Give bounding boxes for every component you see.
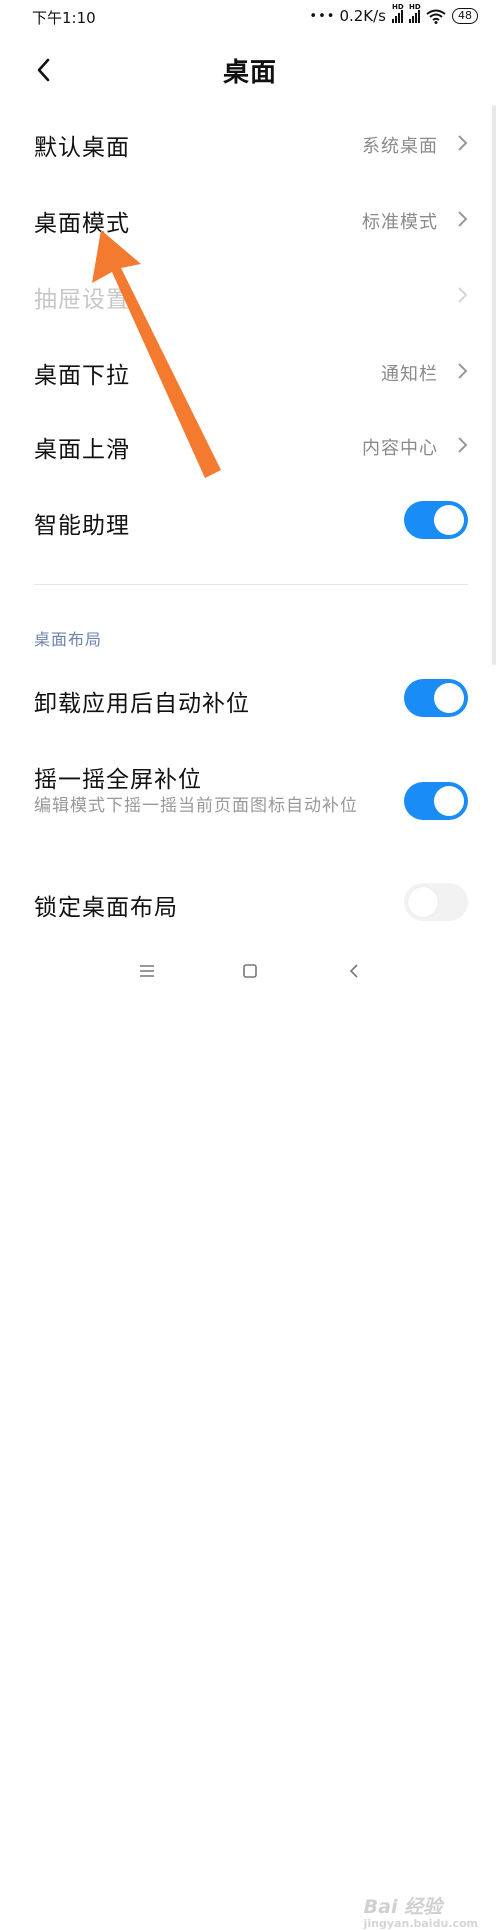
setting-auto-fill: 卸载应用后自动补位: [0, 666, 500, 732]
toggle-knob: [434, 683, 464, 713]
toggle-knob: [434, 505, 464, 535]
setting-value: 内容中心: [362, 438, 438, 459]
more-dots-icon: •••: [309, 8, 336, 24]
chevron-right-icon: [458, 211, 468, 227]
status-bar: 下午1:10 ••• 0.2K/s HD HD 48: [0, 0, 500, 32]
setting-swipe-up[interactable]: 桌面上滑 内容中心: [0, 412, 500, 478]
setting-title: 锁定桌面布局: [34, 895, 178, 921]
network-speed: 0.2K/s: [339, 7, 386, 25]
chevron-right-icon: [458, 363, 468, 379]
signal-icon: HD: [392, 3, 404, 23]
setting-title: 智能助理: [34, 513, 130, 539]
setting-title: 桌面上滑: [34, 437, 130, 463]
chevron-right-icon: [458, 135, 468, 151]
page-header: 桌面: [0, 40, 500, 100]
setting-pull-down[interactable]: 桌面下拉 通知栏: [0, 338, 500, 404]
setting-desktop-mode[interactable]: 桌面模式 标准模式: [0, 186, 500, 252]
setting-title: 卸载应用后自动补位: [34, 691, 250, 717]
back-nav-icon[interactable]: [340, 956, 370, 986]
divider: [34, 584, 468, 585]
section-label-layout: 桌面布局: [34, 630, 103, 649]
toggle-knob: [408, 887, 438, 917]
shake-fill-toggle[interactable]: [404, 782, 468, 820]
lock-layout-toggle[interactable]: [404, 883, 468, 921]
home-icon[interactable]: [235, 956, 265, 986]
setting-title: 抽屉设置: [34, 287, 130, 313]
status-icons: ••• 0.2K/s HD HD 48: [309, 3, 478, 25]
navigation-bar: Bai 经验 jingyan.baidu.com: [0, 940, 500, 1930]
chevron-right-icon: [458, 287, 468, 303]
setting-subtitle: 编辑模式下摇一摇当前页面图标自动补位: [34, 796, 358, 816]
setting-title: 摇一摇全屏补位: [34, 767, 202, 793]
setting-drawer: 抽屉设置: [0, 262, 500, 328]
setting-title: 桌面模式: [34, 211, 130, 237]
signal-icon-2: HD: [409, 3, 421, 23]
setting-title: 桌面下拉: [34, 363, 130, 389]
wifi-icon: [426, 9, 446, 24]
page-title: 桌面: [222, 58, 277, 88]
status-time: 下午1:10: [32, 9, 96, 27]
smart-assistant-toggle[interactable]: [404, 501, 468, 539]
setting-default-desktop[interactable]: 默认桌面 系统桌面: [0, 110, 500, 176]
battery-indicator: 48: [452, 8, 478, 24]
setting-value: 标准模式: [362, 212, 438, 233]
setting-value: 通知栏: [381, 364, 438, 385]
chevron-right-icon: [458, 437, 468, 453]
watermark-logo: Bai 经验 jingyan.baidu.com: [363, 1896, 478, 1930]
setting-lock-layout: 锁定桌面布局: [0, 870, 500, 936]
setting-smart-assistant: 智能助理: [0, 488, 500, 554]
setting-title: 默认桌面: [34, 135, 130, 161]
menu-icon[interactable]: [132, 956, 162, 986]
toggle-knob: [434, 786, 464, 816]
auto-fill-toggle[interactable]: [404, 679, 468, 717]
setting-value: 系统桌面: [362, 136, 438, 157]
